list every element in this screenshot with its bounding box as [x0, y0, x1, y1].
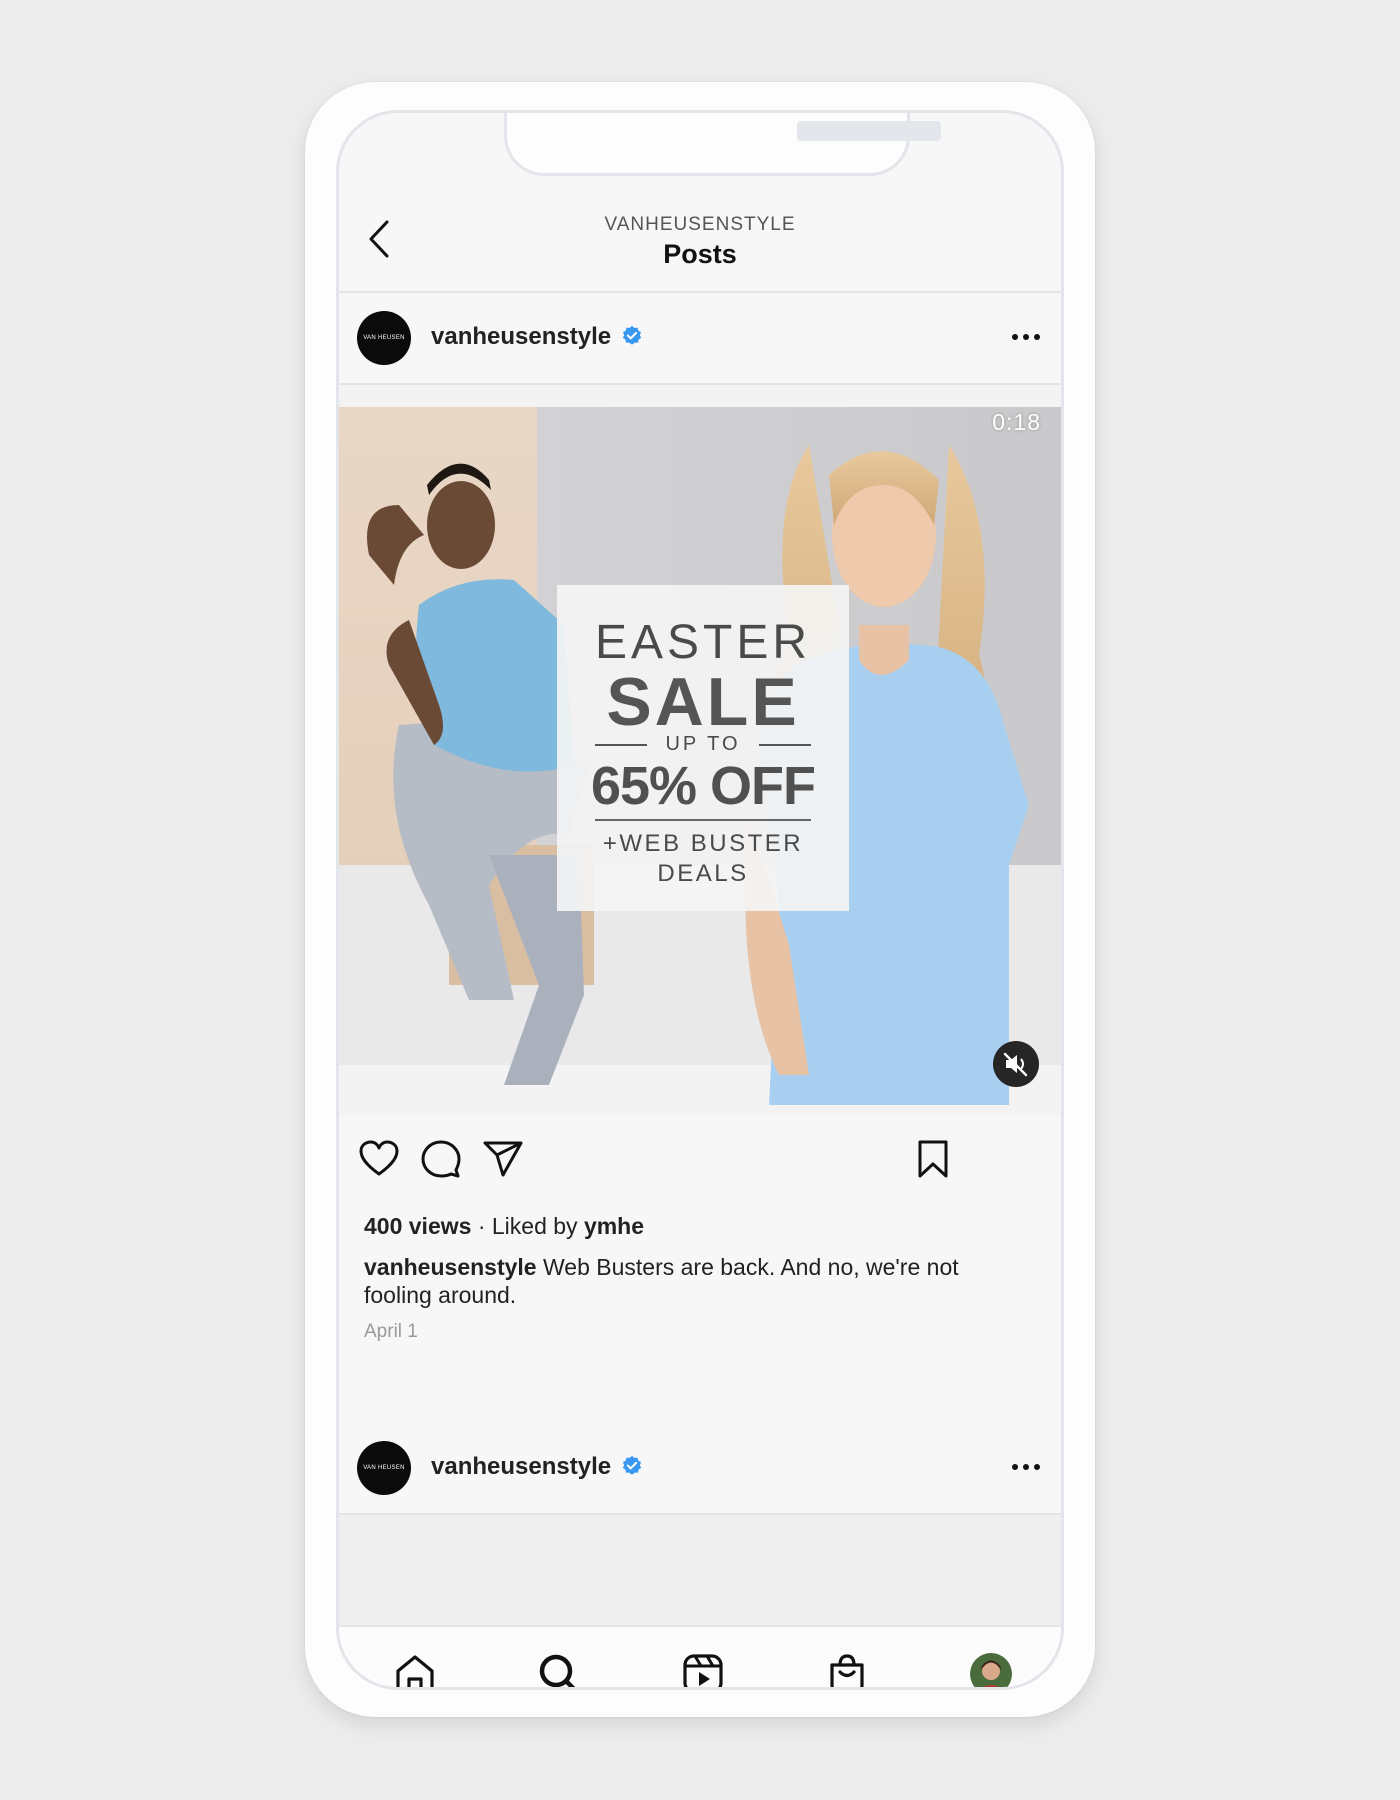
post-header: VAN HEUSEN vanheusenstyle: [339, 293, 1061, 385]
liked-by-label: Liked by: [491, 1213, 578, 1239]
views-liked-line: 400 views · Liked by ymhe: [364, 1213, 644, 1240]
account-name-link[interactable]: vanheusenstyle: [431, 1453, 611, 1481]
view-count: 400 views: [364, 1213, 472, 1239]
nav-shop-button[interactable]: [824, 1651, 870, 1687]
liked-by-user-link[interactable]: ymhe: [584, 1213, 644, 1239]
separator-dot: ·: [477, 1213, 486, 1239]
sale-line-deals-word: DEALS: [657, 860, 749, 887]
mute-toggle-button[interactable]: [993, 1041, 1039, 1087]
sale-upto-row: UP TO: [595, 733, 811, 757]
heart-icon: [359, 1140, 399, 1176]
shopping-bag-icon: [830, 1654, 864, 1687]
nav-reels-button[interactable]: [680, 1651, 726, 1687]
next-post-media[interactable]: [339, 1515, 1061, 1625]
top-navigation-bar: VANHEUSENSTYLE Posts: [339, 177, 1061, 293]
comment-icon: [421, 1140, 461, 1178]
profile-avatar: [970, 1653, 1012, 1687]
video-duration: 0:18: [992, 409, 1041, 435]
post-options-button[interactable]: [1009, 327, 1043, 347]
comment-button[interactable]: [419, 1137, 463, 1181]
post-options-button[interactable]: [1009, 1457, 1043, 1477]
divider: [759, 744, 811, 746]
account-avatar[interactable]: VAN HEUSEN: [357, 1441, 411, 1495]
phone-screen: VANHEUSENSTYLE Posts VAN HEUSEN vanheuse…: [336, 110, 1064, 1690]
sale-line-webbuster: +WEB BUSTER: [602, 830, 804, 857]
more-horizontal-icon: [1012, 1464, 1040, 1470]
search-icon: [539, 1654, 576, 1687]
account-name-link[interactable]: vanheusenstyle: [431, 323, 611, 351]
caption-username-link[interactable]: vanheusenstyle: [364, 1254, 537, 1280]
home-icon: [396, 1655, 434, 1687]
sale-line-discount: 65% OFF: [590, 756, 816, 816]
bookmark-icon: [918, 1140, 948, 1178]
sale-line-easter: EASTER: [594, 616, 812, 669]
speaker-muted-icon: [1003, 1052, 1028, 1077]
phone-notch: [504, 113, 941, 176]
more-horizontal-icon: [1012, 334, 1040, 340]
bottom-navigation-bar: [339, 1625, 1061, 1687]
post-video[interactable]: 0:18 EASTER SALE UP TO 65% OFF +WEB BUST…: [339, 385, 1061, 1115]
phone-frame: VANHEUSENSTYLE Posts VAN HEUSEN vanheuse…: [305, 82, 1095, 1717]
like-button[interactable]: [357, 1137, 401, 1181]
sale-line-sale: SALE: [606, 664, 800, 740]
send-icon: [483, 1141, 523, 1177]
header-account-name: VANHEUSENSTYLE: [604, 214, 796, 235]
verified-badge-icon: [622, 325, 642, 345]
divider: [595, 819, 811, 821]
nav-home-button[interactable]: [392, 1651, 438, 1687]
share-button[interactable]: [481, 1137, 525, 1181]
nav-search-button[interactable]: [536, 1651, 582, 1687]
post-caption: vanheusenstyle Web Busters are back. And…: [364, 1253, 1024, 1309]
page-title: Posts: [663, 239, 737, 269]
post-date: April 1: [364, 1321, 418, 1342]
account-avatar[interactable]: VAN HEUSEN: [357, 311, 411, 365]
reels-icon: [683, 1654, 723, 1687]
save-button[interactable]: [911, 1137, 955, 1181]
nav-profile-button[interactable]: [968, 1651, 1014, 1687]
next-post-header: VAN HEUSEN vanheusenstyle: [339, 1423, 1061, 1515]
sale-overlay-card: EASTER SALE UP TO 65% OFF +WEB BUSTER DE…: [557, 585, 849, 911]
sale-line-deals: +WEB BUSTER DEALS: [567, 829, 839, 889]
speaker-grille: [797, 121, 941, 141]
verified-badge-icon: [622, 1455, 642, 1475]
post-actions-bar: [339, 1115, 1061, 1195]
